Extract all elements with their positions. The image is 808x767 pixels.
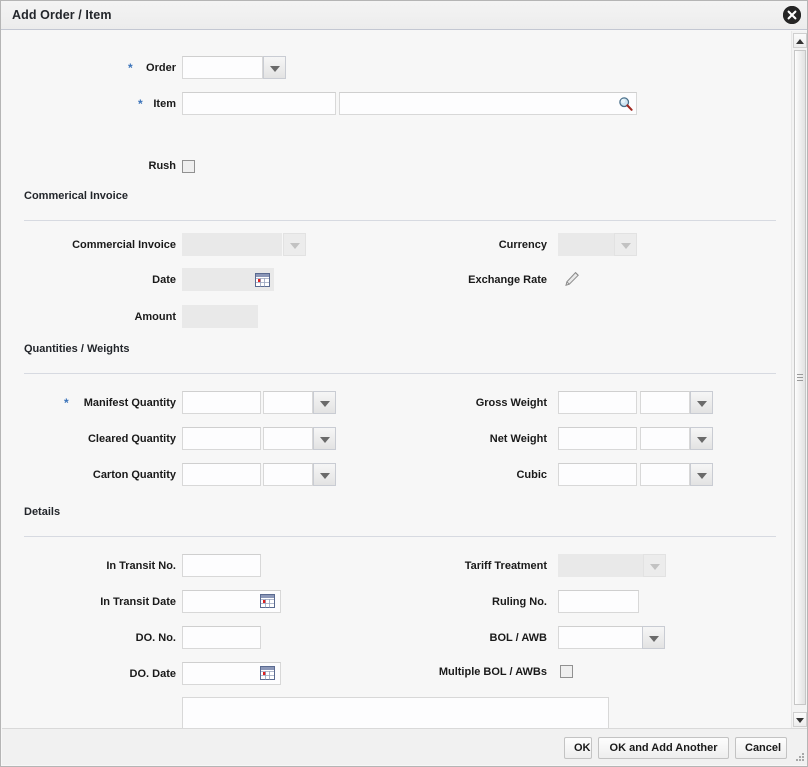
- rush-checkbox[interactable]: [182, 160, 195, 173]
- net-weight-input[interactable]: [558, 427, 637, 450]
- section-title-commercial-invoice: Commerical Invoice: [24, 190, 128, 202]
- section-rule-quantities-weights: [24, 373, 776, 374]
- tariff-treatment-input[interactable]: [558, 554, 643, 577]
- pencil-icon[interactable]: [564, 271, 580, 287]
- field-row-exchange-rate: Exchange Rate: [2, 268, 778, 292]
- add-order-item-dialog: Add Order / Item * Order * Item: [0, 0, 808, 767]
- chevron-down-icon: [621, 243, 631, 249]
- currency-input[interactable]: [558, 233, 615, 256]
- chevron-down-icon: [649, 636, 659, 642]
- item-description-input[interactable]: [339, 92, 637, 115]
- label-order: Order: [98, 56, 176, 80]
- currency-dropdown-button[interactable]: [614, 233, 637, 256]
- scroll-down-arrow-icon[interactable]: [793, 712, 807, 727]
- field-row-currency: Currency: [2, 233, 778, 257]
- ok-button[interactable]: OK: [564, 737, 592, 759]
- label-ruling-no: Ruling No.: [402, 590, 547, 614]
- label-amount: Amount: [32, 305, 176, 329]
- label-exchange-rate: Exchange Rate: [422, 268, 547, 292]
- field-row-ruling-no: Ruling No.: [2, 590, 778, 614]
- field-row-order: * Order: [2, 56, 778, 80]
- vertical-scrollbar[interactable]: [791, 31, 807, 729]
- search-icon[interactable]: [618, 96, 633, 111]
- scrollbar-grip-icon: [797, 374, 803, 382]
- field-row-item: * Item: [2, 92, 778, 116]
- section-rule-commercial-invoice: [24, 220, 776, 221]
- field-row-rush: Rush: [2, 156, 778, 180]
- section-title-quantities-weights: Quantities / Weights: [24, 343, 130, 355]
- label-bol-awb: BOL / AWB: [402, 626, 547, 650]
- multiple-bol-awbs-checkbox[interactable]: [560, 665, 573, 678]
- dialog-content: * Order * Item: [2, 31, 808, 729]
- order-input[interactable]: [182, 56, 263, 79]
- label-tariff-treatment: Tariff Treatment: [402, 554, 547, 578]
- label-multiple-bol-awbs: Multiple BOL / AWBs: [402, 660, 547, 684]
- label-cubic: Cubic: [422, 463, 547, 487]
- scrollbar-thumb[interactable]: [794, 50, 806, 705]
- cubic-input[interactable]: [558, 463, 637, 486]
- gross-weight-input[interactable]: [558, 391, 637, 414]
- cancel-button[interactable]: Cancel: [735, 737, 787, 759]
- chevron-down-icon: [697, 473, 707, 479]
- field-row-bol-awb: BOL / AWB: [2, 626, 778, 650]
- chevron-down-icon: [697, 437, 707, 443]
- scroll-up-arrow-icon[interactable]: [793, 33, 807, 48]
- comments-textarea[interactable]: [182, 697, 609, 729]
- form-area: * Order * Item: [2, 31, 778, 729]
- field-row-gross-weight: Gross Weight: [2, 391, 778, 415]
- section-rule-details: [24, 536, 776, 537]
- gross-weight-uom-input[interactable]: [640, 391, 690, 414]
- chevron-down-icon: [270, 66, 280, 72]
- cubic-uom-input[interactable]: [640, 463, 690, 486]
- field-row-net-weight: Net Weight: [2, 427, 778, 451]
- ruling-no-input[interactable]: [558, 590, 639, 613]
- dialog-footer: OK OK and Add Another Cancel: [2, 728, 808, 765]
- resize-grip-icon[interactable]: [796, 753, 805, 762]
- field-row-multiple-bol-awbs: Multiple BOL / AWBs: [2, 660, 778, 684]
- label-currency: Currency: [422, 233, 547, 257]
- gross-weight-uom-dropdown-button[interactable]: [690, 391, 713, 414]
- cubic-uom-dropdown-button[interactable]: [690, 463, 713, 486]
- dialog-title: Add Order / Item: [12, 8, 112, 22]
- close-icon[interactable]: [783, 6, 801, 24]
- bol-awb-dropdown-button[interactable]: [642, 626, 665, 649]
- field-row-tariff-treatment: Tariff Treatment: [2, 554, 778, 578]
- label-gross-weight: Gross Weight: [422, 391, 547, 415]
- dialog-titlebar: Add Order / Item: [1, 1, 808, 30]
- tariff-treatment-dropdown-button[interactable]: [643, 554, 666, 577]
- item-input[interactable]: [182, 92, 336, 115]
- label-rush: Rush: [98, 154, 176, 178]
- field-row-comments: Comments: [2, 697, 778, 729]
- net-weight-uom-input[interactable]: [640, 427, 690, 450]
- chevron-down-icon: [650, 564, 660, 570]
- amount-input[interactable]: [182, 305, 258, 328]
- field-row-cubic: Cubic: [2, 463, 778, 487]
- order-dropdown-button[interactable]: [263, 56, 286, 79]
- ok-and-add-another-button[interactable]: OK and Add Another: [598, 737, 729, 759]
- field-row-amount: Amount: [2, 305, 778, 329]
- section-title-details: Details: [24, 506, 60, 518]
- net-weight-uom-dropdown-button[interactable]: [690, 427, 713, 450]
- label-net-weight: Net Weight: [422, 427, 547, 451]
- label-item: Item: [98, 92, 176, 116]
- bol-awb-input[interactable]: [558, 626, 643, 649]
- chevron-down-icon: [697, 401, 707, 407]
